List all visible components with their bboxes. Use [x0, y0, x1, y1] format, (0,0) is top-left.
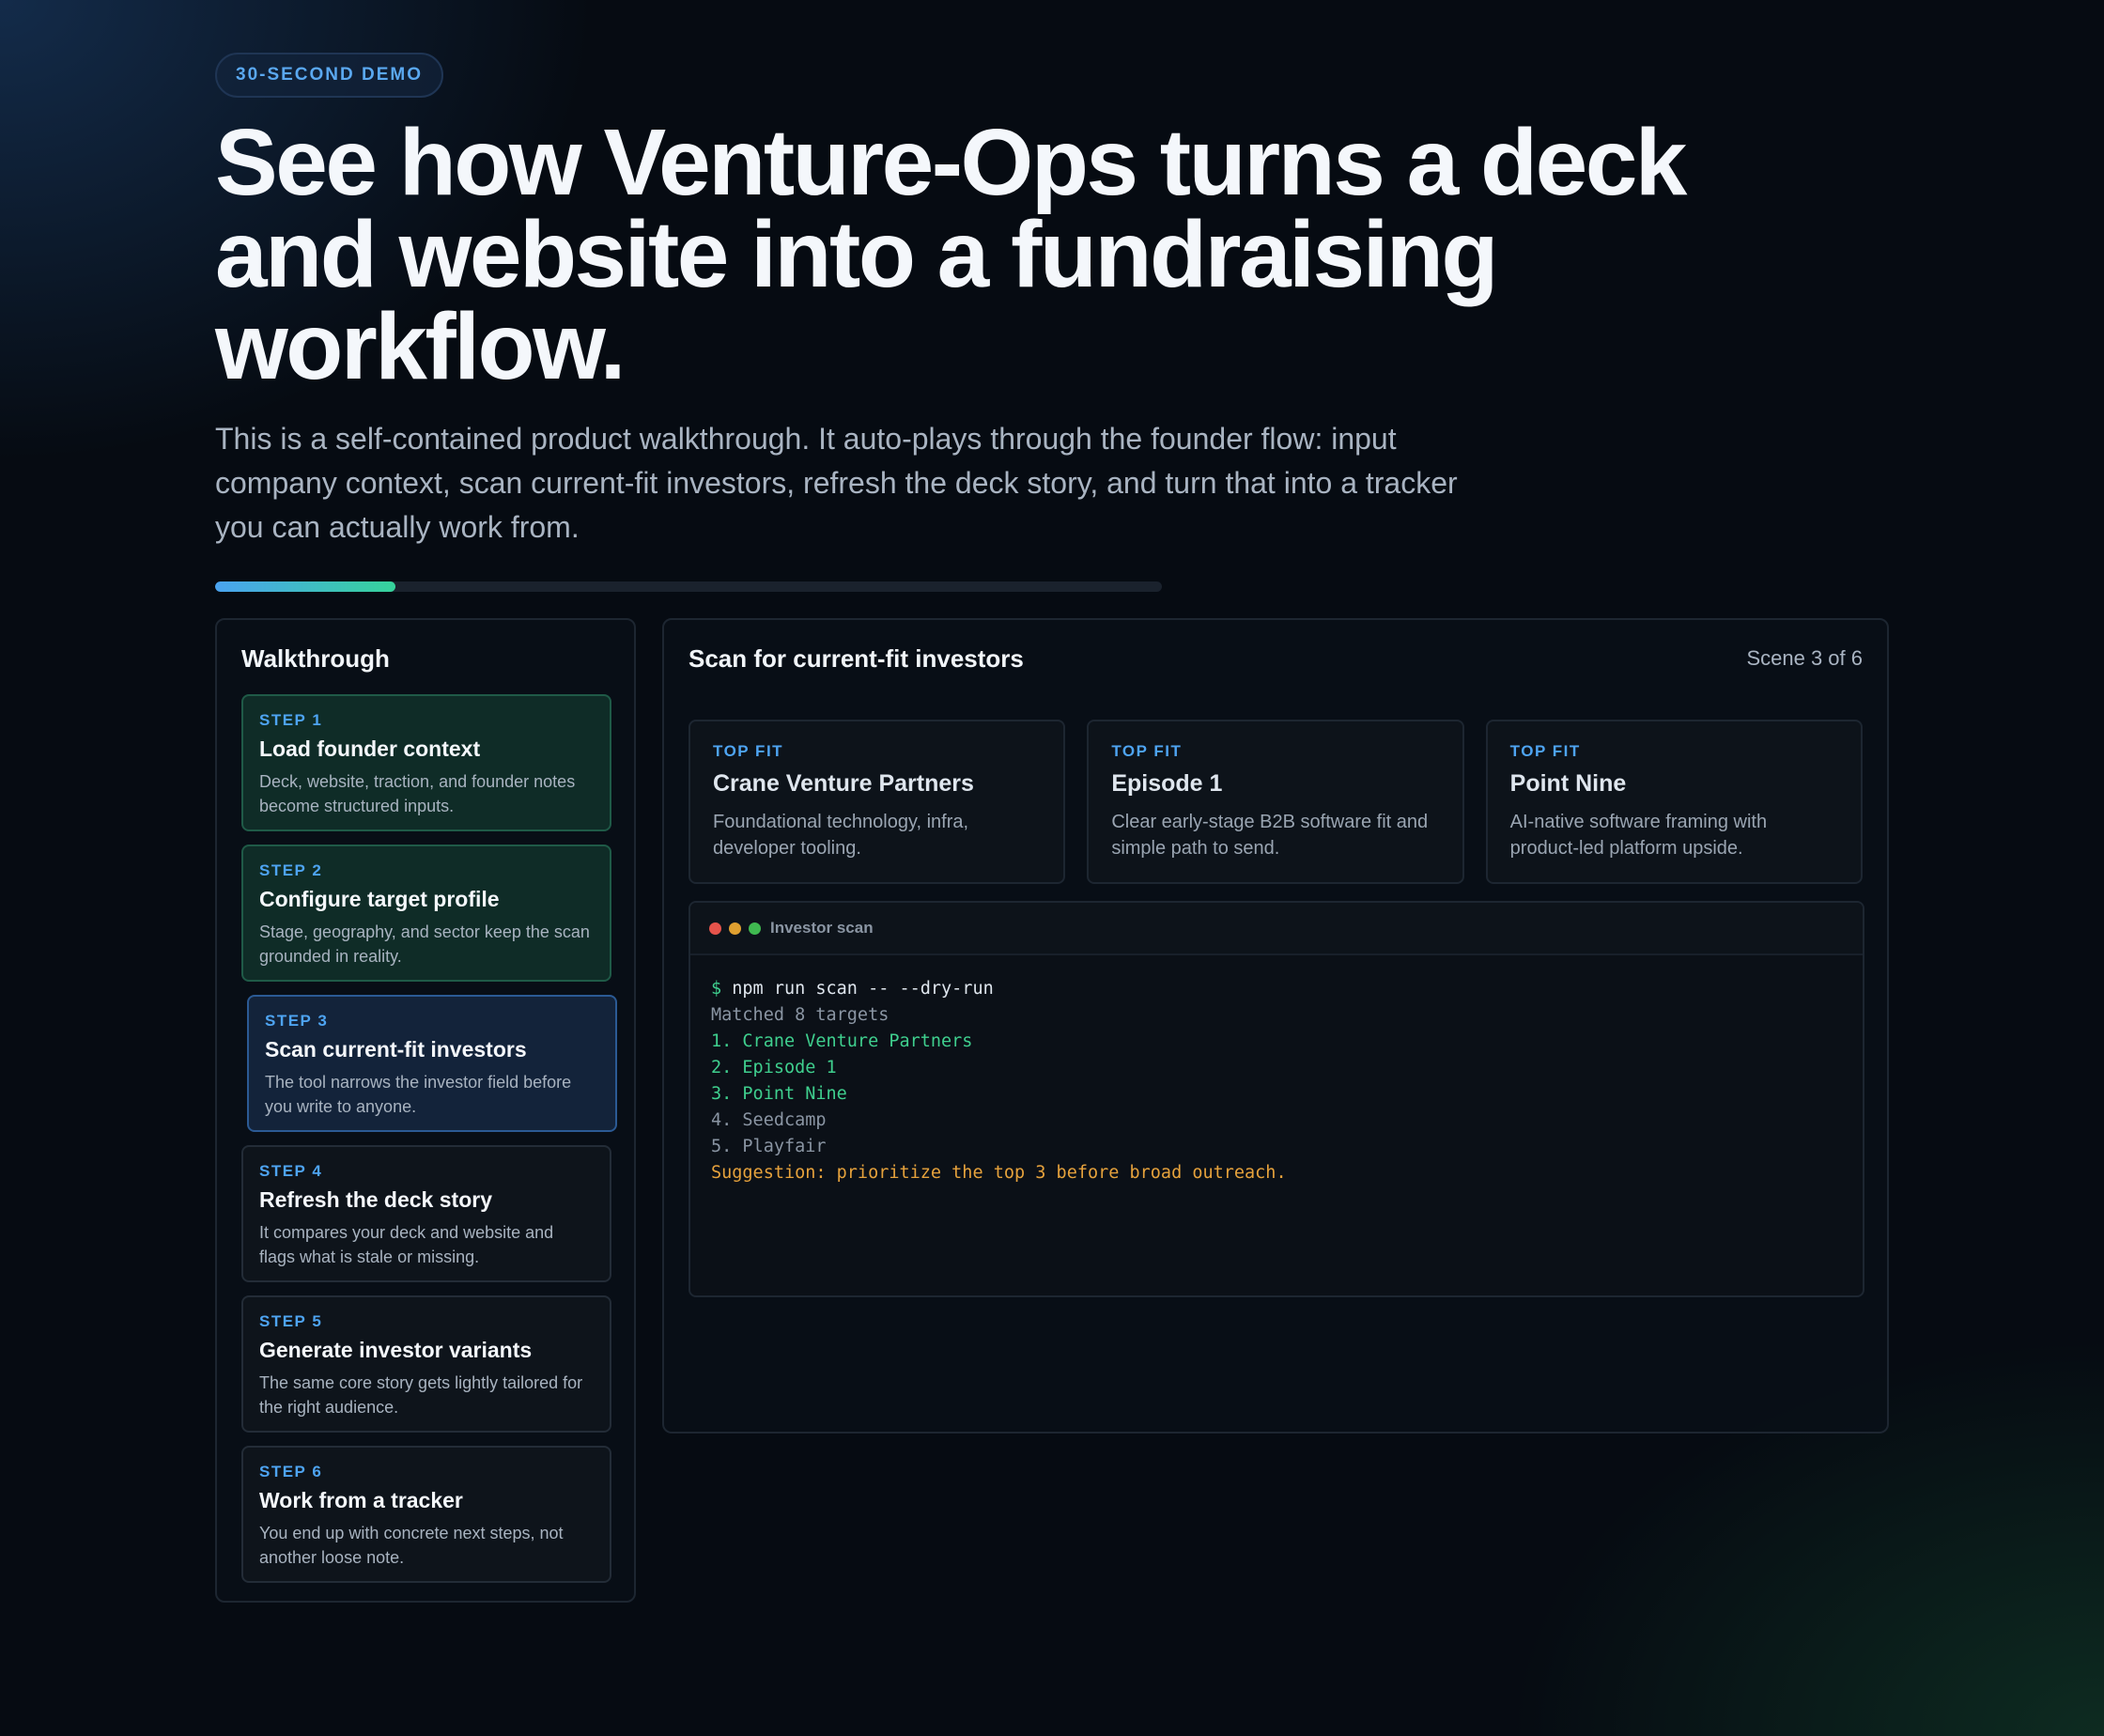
walkthrough-step-5[interactable]: STEP 5 Generate investor variants The same…: [241, 1295, 611, 1433]
step-label: STEP 3: [265, 1012, 329, 1030]
step-title: Load founder context: [259, 736, 481, 761]
demo-badge: 30-SECOND DEMO: [215, 53, 444, 98]
walkthrough-sidebar: Walkthrough STEP 1 Load founder context De…: [215, 618, 636, 1603]
step-description: The same core story gets lightly tailore…: [259, 1373, 583, 1417]
walkthrough-step-2[interactable]: STEP 2 Configure target profile Stage, geo…: [241, 845, 611, 982]
card-label: TOP FIT: [1111, 742, 1183, 760]
investor-scan-terminal: Investor scan $ npm run scan -- --dry-ru…: [688, 901, 1864, 1297]
card-title: Point Nine: [1509, 770, 1627, 797]
card-description: AI-native software framing with product-…: [1509, 812, 1768, 859]
walkthrough-progress-bar[interactable]: [215, 581, 1162, 592]
step-description: The tool narrows the investor field befo…: [265, 1073, 572, 1116]
terminal-command: npm run scan -- --dry-run: [732, 979, 994, 999]
minimize-dot-icon: [729, 922, 741, 935]
top-fit-cards: TOP FIT Crane Venture Partners Foundationa…: [688, 720, 1863, 884]
terminal-title: Investor scan: [770, 919, 874, 937]
step-label: STEP 4: [259, 1162, 323, 1180]
panel-title: Scan for current-fit investors: [688, 643, 1024, 673]
card-title: Crane Venture Partners: [713, 770, 974, 797]
step-title: Refresh the deck story: [259, 1187, 492, 1212]
step-list: STEP 1 Load founder context Deck, website,…: [241, 694, 617, 1583]
card-description: Clear early-stage B2B software fit and s…: [1111, 812, 1429, 859]
scene-counter: Scene 3 of 6: [1746, 646, 1863, 670]
investor-card: TOP FIT Crane Venture Partners Foundationa…: [688, 720, 1066, 884]
step-label: STEP 5: [259, 1312, 323, 1330]
step-title: Work from a tracker: [259, 1488, 463, 1512]
investor-card: TOP FIT Episode 1 Clear early-stage B2B so…: [1087, 720, 1464, 884]
hero: 30-SECOND DEMO See how Venture-Ops turns…: [215, 53, 1889, 1603]
close-dot-icon: [709, 922, 721, 935]
intro-paragraph: This is a self-contained product walkthr…: [215, 422, 1458, 544]
card-label: TOP FIT: [1509, 742, 1581, 760]
step-title: Scan current-fit investors: [265, 1037, 527, 1062]
step-title: Configure target profile: [259, 887, 500, 911]
walkthrough-step-6[interactable]: STEP 6 Work from a tracker You end up with…: [241, 1446, 611, 1583]
investor-card: TOP FIT Point Nine AI-native software fram…: [1485, 720, 1863, 884]
sidebar-title: Walkthrough: [241, 644, 390, 673]
terminal-output: $ npm run scan -- --dry-run Matched 8 ta…: [690, 955, 1863, 1207]
terminal-line: 4. Seedcamp: [711, 1110, 827, 1130]
terminal-line: Matched 8 targets: [711, 1005, 890, 1025]
terminal-line: 3. Point Nine: [711, 1084, 847, 1104]
terminal-line: Suggestion: prioritize the top 3 before …: [711, 1163, 1287, 1183]
terminal-titlebar: Investor scan: [690, 903, 1863, 955]
page-title: See how Venture-Ops turns a deck and web…: [215, 110, 1687, 399]
walkthrough-step-4[interactable]: STEP 4 Refresh the deck story It compares …: [241, 1145, 611, 1282]
demo-area: Walkthrough STEP 1 Load founder context De…: [215, 618, 1889, 1604]
terminal-line: 1. Crane Venture Partners: [711, 1031, 973, 1051]
terminal-line: 2. Episode 1: [711, 1058, 837, 1077]
scene-panel: Scan for current-fit investors Scene 3 o…: [662, 618, 1889, 1434]
step-description: Deck, website, traction, and founder not…: [259, 772, 576, 815]
card-title: Episode 1: [1111, 770, 1223, 797]
step-label: STEP 6: [259, 1463, 323, 1480]
terminal-command-line: $ npm run scan -- --dry-run: [711, 976, 1842, 1002]
walkthrough-step-3[interactable]: STEP 3 Scan current-fit investors The tool…: [247, 995, 617, 1132]
card-description: Foundational technology, infra, develope…: [713, 812, 969, 859]
progress-fill: [215, 581, 395, 592]
walkthrough-step-1[interactable]: STEP 1 Load founder context Deck, website,…: [241, 694, 611, 831]
terminal-line: 5. Playfair: [711, 1137, 827, 1156]
step-label: STEP 2: [259, 861, 323, 879]
step-description: You end up with concrete next steps, not…: [259, 1524, 564, 1567]
terminal-prompt: $: [711, 979, 722, 999]
step-label: STEP 1: [259, 711, 323, 729]
card-label: TOP FIT: [713, 742, 784, 760]
panel-header: Scan for current-fit investors Scene 3 o…: [688, 643, 1863, 674]
step-description: It compares your deck and website and fl…: [259, 1223, 554, 1266]
maximize-dot-icon: [749, 922, 761, 935]
step-title: Generate investor variants: [259, 1338, 533, 1362]
step-description: Stage, geography, and sector keep the sc…: [259, 922, 590, 966]
